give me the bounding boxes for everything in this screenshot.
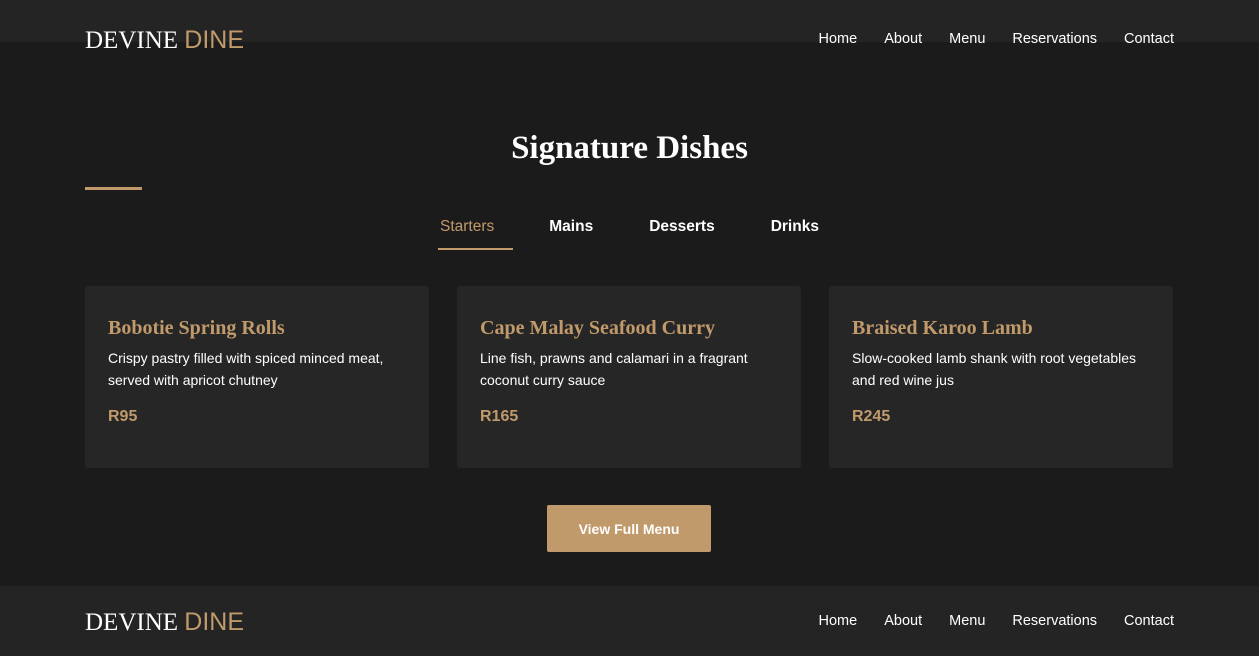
- dish-name: Bobotie Spring Rolls: [108, 317, 285, 339]
- footer-brand-name-accent: DINE: [184, 608, 245, 636]
- dish-price: R165: [480, 408, 519, 425]
- brand-name-accent: DINE: [184, 26, 245, 54]
- nav-reservations[interactable]: Reservations: [1012, 30, 1097, 48]
- footer-nav-menu[interactable]: Menu: [949, 612, 985, 630]
- menu-tabs: Starters Mains Desserts Drinks: [421, 218, 819, 250]
- footer-nav: Home About Menu Reservations Contact: [819, 612, 1174, 630]
- dish-cards: Bobotie Spring Rolls Crispy pastry fille…: [85, 286, 1174, 468]
- dish-description: Slow-cooked lamb shank with root vegetab…: [852, 350, 1137, 388]
- nav-contact[interactable]: Contact: [1124, 30, 1174, 48]
- footer-brand-name: DEVINE: [85, 609, 179, 636]
- view-full-menu-button[interactable]: View Full Menu: [547, 505, 711, 552]
- dish-card: Cape Malay Seafood Curry Line fish, praw…: [457, 286, 801, 468]
- dish-card: Bobotie Spring Rolls Crispy pastry fille…: [85, 286, 429, 468]
- section-title: Signature Dishes: [511, 130, 748, 166]
- tab-desserts[interactable]: Desserts: [649, 218, 715, 250]
- site-footer: DEVINE DINE Home About Menu Reservations…: [0, 586, 1259, 656]
- tab-starters[interactable]: Starters: [437, 218, 514, 250]
- footer-nav-about[interactable]: About: [884, 612, 922, 630]
- tab-drinks[interactable]: Drinks: [771, 218, 819, 250]
- footer-nav-home[interactable]: Home: [819, 612, 858, 630]
- footer-nav-contact[interactable]: Contact: [1124, 612, 1174, 630]
- dish-description: Crispy pastry filled with spiced minced …: [108, 350, 384, 388]
- tab-mains[interactable]: Mains: [549, 218, 593, 250]
- dish-price: R245: [852, 408, 891, 425]
- dish-name: Cape Malay Seafood Curry: [480, 317, 715, 339]
- nav-about[interactable]: About: [884, 30, 922, 48]
- nav-menu[interactable]: Menu: [949, 30, 985, 48]
- dish-description: Line fish, prawns and calamari in a frag…: [480, 350, 748, 388]
- footer-nav-reservations[interactable]: Reservations: [1012, 612, 1097, 630]
- nav-home[interactable]: Home: [819, 30, 858, 48]
- dish-card: Braised Karoo Lamb Slow-cooked lamb shan…: [829, 286, 1173, 468]
- site-header: DEVINE DINE Home About Menu Reservations…: [0, 0, 1259, 82]
- brand-logo[interactable]: DEVINE DINE: [85, 26, 244, 55]
- dish-name: Braised Karoo Lamb: [852, 317, 1033, 339]
- brand-name: DEVINE: [85, 27, 179, 54]
- dish-price: R95: [108, 408, 138, 425]
- accent-divider: [85, 187, 142, 190]
- main-nav: Home About Menu Reservations Contact: [819, 30, 1174, 48]
- footer-brand-logo[interactable]: DEVINE DINE: [85, 608, 244, 637]
